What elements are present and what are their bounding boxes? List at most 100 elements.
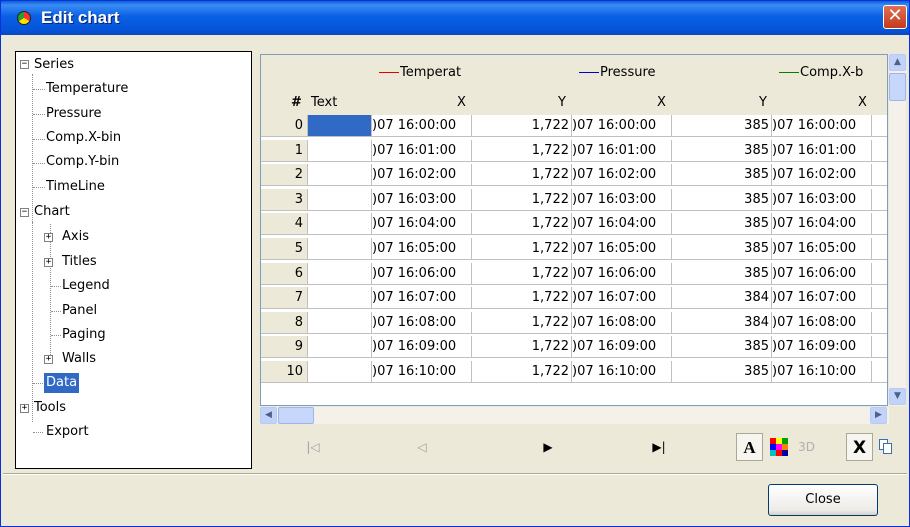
- vertical-scroll-thumb[interactable]: [889, 73, 906, 101]
- temperature-y-cell[interactable]: 1,722: [472, 213, 572, 236]
- temperature-y-cell[interactable]: 1,722: [472, 188, 572, 211]
- pressure-y-cell[interactable]: 384: [672, 311, 772, 334]
- pressure-x-cell[interactable]: )07 16:00:00: [572, 115, 672, 137]
- tree-export[interactable]: Export: [46, 422, 89, 442]
- tree-series-timeline[interactable]: TimeLine: [46, 177, 105, 197]
- temperature-y-cell[interactable]: 1,722: [472, 336, 572, 359]
- temperature-x-cell[interactable]: )07 16:05:00: [372, 238, 472, 260]
- text-cell[interactable]: [308, 361, 372, 383]
- tree-data[interactable]: Data: [44, 373, 80, 393]
- three-d-button[interactable]: 3D: [793, 433, 820, 461]
- tools-expand-icon[interactable]: +: [20, 404, 29, 413]
- text-cell[interactable]: [308, 336, 372, 359]
- prev-record-button[interactable]: ◁: [407, 435, 437, 459]
- pressure-x-cell[interactable]: )07 16:08:00: [572, 311, 672, 334]
- tree-series-temperature[interactable]: Temperature: [46, 79, 128, 99]
- comp-x-bin-x-cell[interactable]: )07 16:01:00: [772, 139, 872, 162]
- pressure-y-cell[interactable]: 385: [672, 213, 772, 236]
- window-close-button[interactable]: ✕: [883, 5, 907, 29]
- scroll-right-arrow-icon[interactable]: ▶: [870, 407, 887, 424]
- temperature-x-cell[interactable]: )07 16:02:00: [372, 164, 472, 187]
- pressure-x-cell[interactable]: )07 16:02:00: [572, 164, 672, 187]
- empty-cell[interactable]: [872, 287, 887, 310]
- temperature-x-cell[interactable]: )07 16:08:00: [372, 311, 472, 334]
- comp-x-bin-x-cell[interactable]: )07 16:08:00: [772, 311, 872, 334]
- tree-series-comp-x-bin[interactable]: Comp.X-bin: [46, 128, 121, 148]
- temperature-x-cell[interactable]: )07 16:00:00: [372, 115, 472, 137]
- horizontal-scroll-thumb[interactable]: [278, 407, 314, 424]
- tree-series-comp-y-bin[interactable]: Comp.Y-bin: [46, 152, 119, 172]
- font-button[interactable]: A: [736, 433, 763, 461]
- last-record-button[interactable]: ▶|: [644, 435, 674, 459]
- chart-collapse-icon[interactable]: −: [20, 208, 29, 217]
- walls-expand-icon[interactable]: +: [44, 355, 53, 364]
- temperature-x-cell[interactable]: )07 16:06:00: [372, 262, 472, 285]
- tree-chart-titles[interactable]: Titles: [62, 252, 97, 272]
- close-button[interactable]: Close: [768, 484, 878, 516]
- series-collapse-icon[interactable]: −: [20, 60, 29, 69]
- pressure-y-cell[interactable]: 385: [672, 139, 772, 162]
- pressure-x-cell[interactable]: )07 16:04:00: [572, 213, 672, 236]
- title-bar[interactable]: Edit chart ✕: [1, 1, 909, 35]
- tree-chart-panel[interactable]: Panel: [62, 301, 97, 321]
- text-cell[interactable]: [308, 311, 372, 334]
- pressure-y-cell[interactable]: 385: [672, 164, 772, 187]
- comp-x-bin-x-cell[interactable]: )07 16:00:00: [772, 115, 872, 137]
- empty-cell[interactable]: [872, 263, 887, 285]
- data-grid[interactable]: Temperat Pressure Comp.X-b # Text X Y X …: [260, 54, 888, 406]
- tree-chart-axis[interactable]: Axis: [62, 227, 89, 247]
- temperature-y-cell[interactable]: 1,722: [472, 311, 572, 334]
- empty-cell[interactable]: [872, 140, 887, 162]
- empty-cell[interactable]: [872, 312, 887, 334]
- temperature-y-cell[interactable]: 1,722: [472, 238, 572, 260]
- temperature-y-cell[interactable]: 1,722: [472, 361, 572, 383]
- text-cell[interactable]: [308, 115, 372, 137]
- pressure-x-cell[interactable]: )07 16:01:00: [572, 139, 672, 162]
- pressure-x-cell[interactable]: )07 16:10:00: [572, 361, 672, 383]
- tree-series[interactable]: Series: [34, 55, 74, 75]
- color-palette-icon[interactable]: [765, 433, 792, 461]
- temperature-y-cell[interactable]: 1,722: [472, 287, 572, 310]
- scroll-down-arrow-icon[interactable]: ▼: [889, 388, 906, 405]
- tree-tools[interactable]: Tools: [34, 398, 66, 418]
- temperature-x-cell[interactable]: )07 16:10:00: [372, 361, 472, 383]
- pressure-x-cell[interactable]: )07 16:06:00: [572, 262, 672, 285]
- text-cell[interactable]: [308, 164, 372, 187]
- delete-button[interactable]: X: [846, 433, 873, 461]
- titles-expand-icon[interactable]: +: [44, 258, 53, 267]
- pressure-y-cell[interactable]: 385: [672, 262, 772, 285]
- text-cell[interactable]: [308, 139, 372, 162]
- temperature-x-cell[interactable]: )07 16:04:00: [372, 213, 472, 236]
- empty-cell[interactable]: [872, 115, 887, 137]
- temperature-y-cell[interactable]: 1,722: [472, 139, 572, 162]
- pressure-y-cell[interactable]: 385: [672, 238, 772, 260]
- temperature-y-cell[interactable]: 1,722: [472, 262, 572, 285]
- text-cell[interactable]: [308, 188, 372, 211]
- comp-x-bin-x-cell[interactable]: )07 16:04:00: [772, 213, 872, 236]
- first-record-button[interactable]: |◁: [298, 435, 328, 459]
- empty-cell[interactable]: [872, 213, 887, 236]
- empty-cell[interactable]: [872, 164, 887, 187]
- temperature-x-cell[interactable]: )07 16:09:00: [372, 336, 472, 359]
- empty-cell[interactable]: [872, 189, 887, 211]
- temperature-x-cell[interactable]: )07 16:01:00: [372, 139, 472, 162]
- pressure-y-cell[interactable]: 384: [672, 287, 772, 310]
- comp-x-bin-x-cell[interactable]: )07 16:09:00: [772, 336, 872, 359]
- horizontal-scrollbar[interactable]: ◀ ▶: [260, 407, 889, 424]
- tree-chart[interactable]: Chart: [34, 202, 70, 222]
- comp-x-bin-x-cell[interactable]: )07 16:03:00: [772, 188, 872, 211]
- tree-series-pressure[interactable]: Pressure: [46, 104, 102, 124]
- text-cell[interactable]: [308, 262, 372, 285]
- temperature-y-cell[interactable]: 1,722: [472, 115, 572, 137]
- scroll-left-arrow-icon[interactable]: ◀: [260, 407, 277, 424]
- axis-expand-icon[interactable]: +: [44, 233, 53, 242]
- pressure-x-cell[interactable]: )07 16:07:00: [572, 287, 672, 310]
- comp-x-bin-x-cell[interactable]: )07 16:05:00: [772, 238, 872, 260]
- tree-chart-paging[interactable]: Paging: [62, 325, 106, 345]
- pressure-y-cell[interactable]: 385: [672, 188, 772, 211]
- comp-x-bin-x-cell[interactable]: )07 16:10:00: [772, 361, 872, 383]
- text-cell[interactable]: [308, 213, 372, 236]
- empty-cell[interactable]: [872, 238, 887, 260]
- pressure-x-cell[interactable]: )07 16:09:00: [572, 336, 672, 359]
- pressure-y-cell[interactable]: 385: [672, 115, 772, 137]
